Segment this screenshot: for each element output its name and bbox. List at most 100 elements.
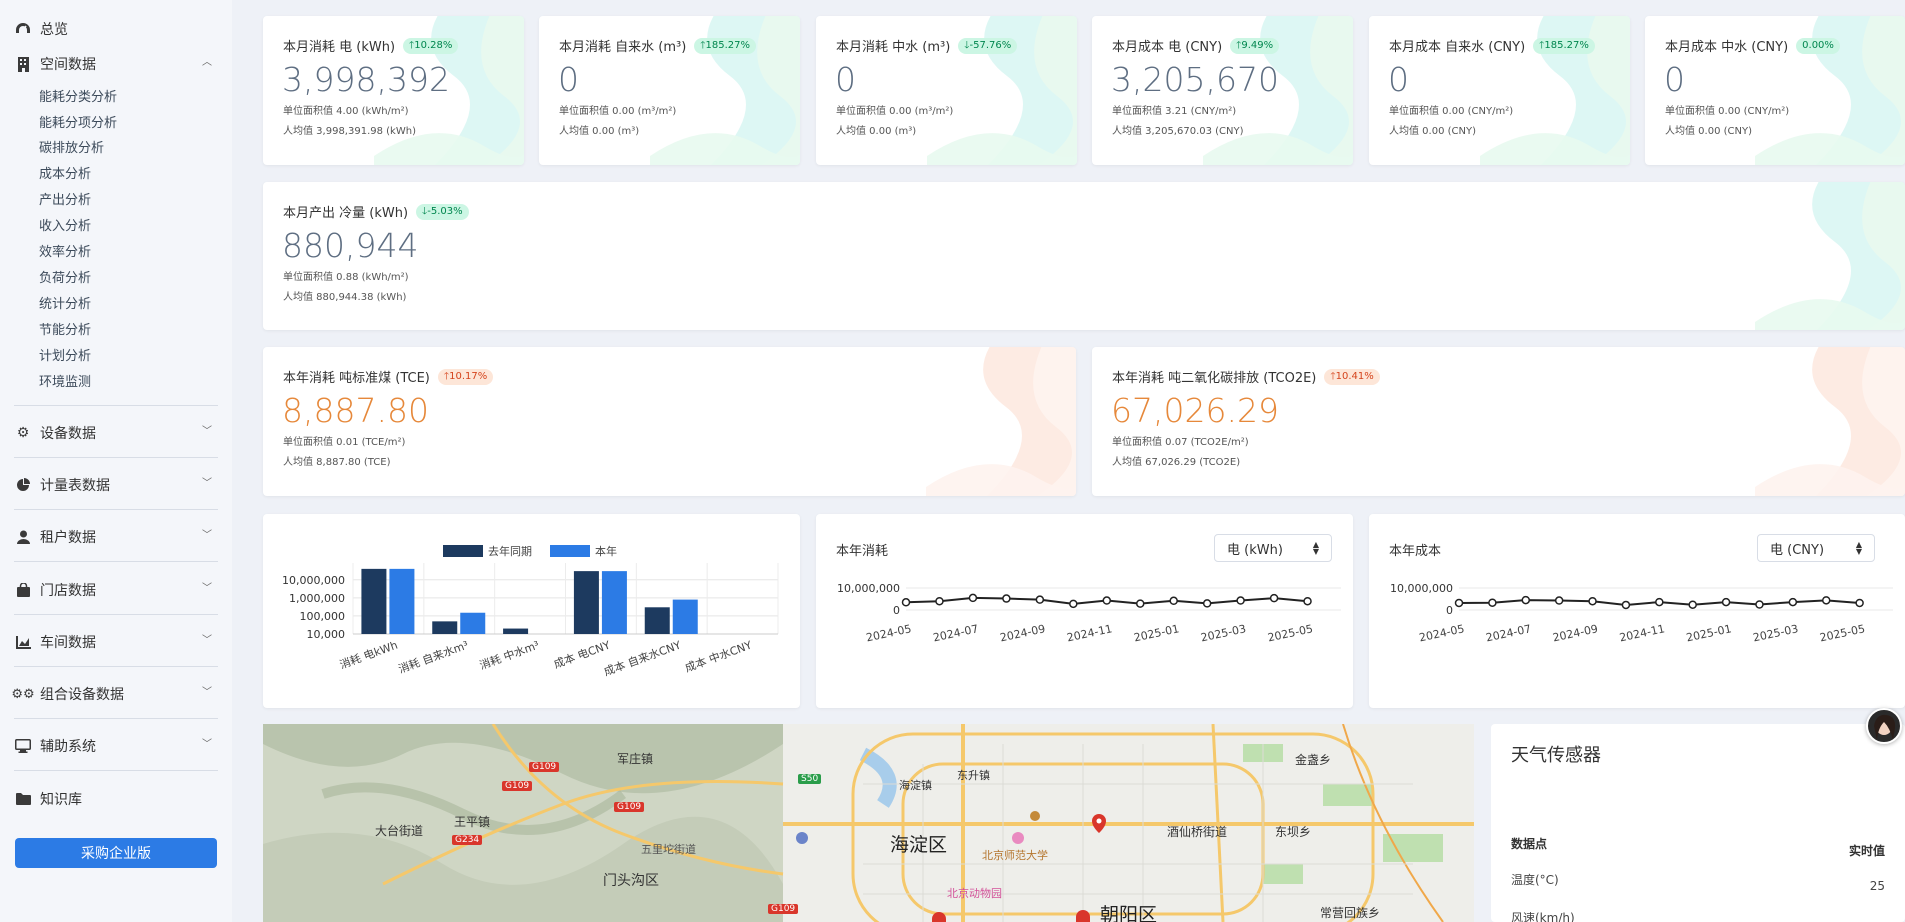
data-point[interactable] <box>935 596 944 606</box>
nav-combo[interactable]: ⚙⚙ 组合设备数据 ﹀ <box>11 684 218 704</box>
kpi-value: 0 <box>1664 60 1685 99</box>
submenu-item[interactable]: 效率分析 <box>39 241 91 260</box>
divider <box>14 614 218 615</box>
submenu-item[interactable]: 环境监测 <box>39 371 91 390</box>
bar[interactable] <box>460 612 486 634</box>
data-point[interactable] <box>1303 596 1312 606</box>
year-cost-chart-card: 本年成本 电 (CNY) ▲ ▼ 10,000,000 0 2024-05 2024-0… <box>1369 514 1905 708</box>
data-point[interactable] <box>1554 596 1564 605</box>
submenu-item[interactable]: 收入分析 <box>39 215 91 234</box>
submenu-item[interactable]: 节能分析 <box>39 319 91 338</box>
data-point[interactable] <box>1688 600 1697 609</box>
data-point[interactable] <box>1202 599 1212 608</box>
weather-row-value: 25 <box>1869 879 1885 893</box>
data-point[interactable] <box>1169 596 1178 606</box>
data-point[interactable] <box>1269 593 1279 603</box>
nav-workshop[interactable]: 车间数据 ﹀ <box>14 632 218 652</box>
legend-label: 去年同期 <box>488 544 532 558</box>
submenu-item[interactable]: 统计分析 <box>39 293 91 312</box>
data-point[interactable] <box>1821 596 1831 605</box>
kpi-percapita-value: 人均值 3,205,670.03 (CNY) <box>1112 126 1244 137</box>
bar[interactable] <box>601 571 627 634</box>
data-point[interactable] <box>1002 594 1011 603</box>
kpi-card: 本月消耗 自来水 (m³) 🡑185.27% 0 单位面积值 0.00 (m³/… <box>539 16 800 165</box>
data-point[interactable] <box>1035 595 1045 604</box>
nav-aux[interactable]: 辅助系统 ﹀ <box>14 736 218 756</box>
data-point[interactable] <box>1135 599 1145 608</box>
nav-knowledge[interactable]: 知识库 <box>14 789 218 809</box>
nav-tenant[interactable]: 租户数据 ﹀ <box>14 527 218 547</box>
x-tick-label: 成本 自来水CNY <box>602 638 683 679</box>
data-point[interactable] <box>1236 596 1245 605</box>
dashboard-icon <box>14 20 32 38</box>
submenu-item[interactable]: 能耗分项分析 <box>39 112 117 131</box>
nav-knowledge-label: 知识库 <box>40 792 82 808</box>
x-tick-label: 2024-07 <box>932 622 980 644</box>
data-point[interactable] <box>1588 596 1597 606</box>
nav-store-label: 门店数据 <box>40 583 96 599</box>
data-point[interactable] <box>1621 600 1631 610</box>
y-tick-label: 10,000,000 <box>1390 582 1453 595</box>
bar[interactable] <box>361 568 387 634</box>
map-label: 海淀区 <box>890 834 948 856</box>
road-tag: G109 <box>529 762 560 772</box>
chevron-down-icon: ﹀ <box>202 426 212 437</box>
bar[interactable] <box>644 607 670 634</box>
chevron-down-icon: ﹀ <box>202 530 212 541</box>
kpi-area-value: 单位面积值 4.00 (kWh/m²) <box>283 106 409 117</box>
data-point[interactable] <box>1521 595 1531 605</box>
change-badge-value: 9.49% <box>1241 39 1274 51</box>
kpi-card: 本月成本 电 (CNY) 🡑9.49% 3,205,670 单位面积值 3.21… <box>1092 16 1353 165</box>
data-point[interactable] <box>1655 597 1664 607</box>
road-tag: G109 <box>614 802 645 812</box>
weather-title: 天气传感器 <box>1511 745 1601 766</box>
change-badge: 🡑10.17% <box>437 368 494 385</box>
data-point[interactable] <box>1488 598 1497 607</box>
change-badge: 0.00% <box>1796 37 1840 54</box>
nav-overview[interactable]: 总览 <box>14 19 218 39</box>
data-point[interactable] <box>901 598 911 607</box>
bar[interactable] <box>573 571 599 634</box>
data-point[interactable] <box>1102 596 1112 605</box>
submenu-item[interactable]: 能耗分类分析 <box>39 86 117 105</box>
bar[interactable] <box>432 621 458 634</box>
kpi-area-value: 单位面积值 0.88 (kWh/m²) <box>283 272 409 283</box>
bar[interactable] <box>672 599 698 634</box>
y-tick-label: 10,000,000 <box>282 574 345 587</box>
divider <box>14 770 218 771</box>
nav-device[interactable]: ⚙ 设备数据 ﹀ <box>14 423 218 443</box>
data-point[interactable] <box>1788 597 1798 607</box>
x-tick-label: 2025-01 <box>1685 622 1733 644</box>
divider <box>14 457 218 458</box>
data-point[interactable] <box>1855 598 1864 608</box>
assistant-avatar[interactable] <box>1866 708 1902 744</box>
nav-meter-label: 计量表数据 <box>40 478 110 494</box>
data-point[interactable] <box>1755 600 1764 609</box>
bar[interactable] <box>389 568 415 634</box>
submenu-item[interactable]: 计划分析 <box>39 345 91 364</box>
chevron-up-icon: ︿ <box>202 57 212 68</box>
nav-store[interactable]: 门店数据 ﹀ <box>14 580 218 600</box>
kpi-value: 67,026.29 <box>1111 391 1279 430</box>
submenu-item[interactable]: 碳排放分析 <box>39 137 104 156</box>
submenu-item[interactable]: 产出分析 <box>39 189 91 208</box>
submenu-item[interactable]: 负荷分析 <box>39 267 91 286</box>
kpi-title: 本月成本 自来水 (CNY) 🡑185.27% <box>1389 36 1595 55</box>
nav-meter[interactable]: 计量表数据 ﹀ <box>14 475 218 495</box>
x-tick-label: 2024-05 <box>865 622 913 644</box>
kpi-area-value: 单位面积值 0.00 (m³/m²) <box>559 106 677 117</box>
buy-enterprise-button[interactable]: 采购企业版 <box>15 838 217 868</box>
data-point[interactable] <box>1454 598 1464 608</box>
nav-spatial[interactable]: 空间数据 ︿ <box>14 54 218 74</box>
submenu-item[interactable]: 成本分析 <box>39 163 91 182</box>
data-point[interactable] <box>968 593 978 603</box>
map-view[interactable]: G109 G109 G109 G109 G234 S50 军庄镇 大台街道 王平… <box>263 724 1474 922</box>
col-header-value: 实时值 <box>1848 844 1885 858</box>
bar[interactable] <box>503 628 529 634</box>
x-tick-label: 2024-05 <box>1418 622 1466 644</box>
data-point[interactable] <box>1069 599 1078 609</box>
change-badge: 🡑185.27% <box>694 37 756 54</box>
data-point[interactable] <box>1721 597 1731 607</box>
weather-row-name: 温度(°C) <box>1511 873 1559 887</box>
change-badge: 🡑185.27% <box>1533 37 1595 54</box>
